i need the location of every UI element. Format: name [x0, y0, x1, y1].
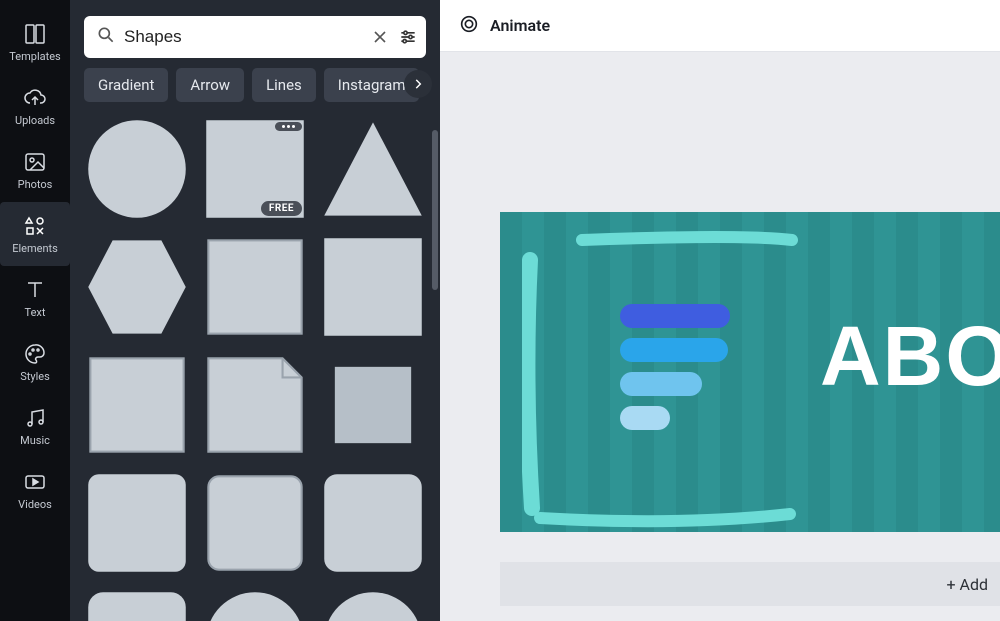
- nav-text[interactable]: Text: [0, 266, 70, 330]
- shape-rounded-square[interactable]: [84, 470, 190, 576]
- shape-square[interactable]: FREE: [202, 116, 308, 222]
- search-row: [70, 0, 440, 68]
- text-icon: [23, 278, 47, 302]
- shape-square-outlined[interactable]: [202, 234, 308, 340]
- nav-label: Styles: [20, 370, 50, 383]
- nav-templates[interactable]: Templates: [0, 10, 70, 74]
- nav-label: Videos: [18, 498, 52, 511]
- templates-icon: [23, 22, 47, 46]
- category-chip[interactable]: Arrow: [176, 68, 244, 102]
- panel-scrollbar[interactable]: [432, 130, 438, 290]
- free-badge: FREE: [261, 201, 302, 216]
- nav-label: Photos: [18, 178, 53, 191]
- music-icon: [23, 406, 47, 430]
- search-input[interactable]: [124, 27, 362, 47]
- video-icon: [23, 470, 47, 494]
- nav-label: Templates: [9, 50, 60, 63]
- nav-music[interactable]: Music: [0, 394, 70, 458]
- shape-square-outlined[interactable]: [84, 352, 190, 458]
- search-box: [84, 16, 426, 58]
- add-page-button[interactable]: + Add: [500, 562, 1000, 606]
- category-chip[interactable]: Lines: [252, 68, 316, 102]
- canvas-area: Animate ABO + Add: [440, 0, 1000, 621]
- canvas-toolbar: Animate: [440, 0, 1000, 52]
- animate-icon: [458, 13, 480, 39]
- more-options-icon[interactable]: [275, 122, 302, 131]
- nav-photos[interactable]: Photos: [0, 138, 70, 202]
- shape-circle[interactable]: [202, 588, 308, 621]
- category-chip-row: Gradient Arrow Lines Instagram: [70, 68, 440, 116]
- canvas-headline: ABO: [820, 308, 1000, 405]
- tool-sidebar: Templates Uploads Photos Elements Text S…: [0, 0, 70, 621]
- shapes-grid: FREE: [70, 116, 440, 621]
- nav-label: Text: [25, 306, 46, 319]
- shape-circle[interactable]: [320, 588, 426, 621]
- shape-page[interactable]: [202, 352, 308, 458]
- logo-pill: [620, 338, 728, 362]
- search-filter-button[interactable]: [398, 27, 418, 47]
- shape-hexagon[interactable]: [84, 234, 190, 340]
- logo-pill: [620, 406, 670, 430]
- logo-mark: [620, 304, 730, 430]
- category-chip[interactable]: Gradient: [84, 68, 168, 102]
- clear-search-button[interactable]: [370, 27, 390, 47]
- shape-square-small[interactable]: [320, 352, 426, 458]
- design-canvas[interactable]: ABO: [500, 212, 1000, 532]
- shape-rounded-square[interactable]: [84, 588, 190, 621]
- elements-panel: Gradient Arrow Lines Instagram FREE: [70, 0, 440, 621]
- cloud-upload-icon: [23, 86, 47, 110]
- add-page-label: + Add: [946, 575, 988, 594]
- photo-icon: [23, 150, 47, 174]
- animate-button[interactable]: Animate: [458, 13, 550, 39]
- nav-label: Elements: [12, 242, 58, 255]
- logo-pill: [620, 304, 730, 328]
- shape-rounded-square-outlined[interactable]: [202, 470, 308, 576]
- category-next-button[interactable]: [404, 70, 432, 98]
- shape-triangle[interactable]: [320, 116, 426, 222]
- logo-pill: [620, 372, 702, 396]
- nav-uploads[interactable]: Uploads: [0, 74, 70, 138]
- shape-square[interactable]: [320, 234, 426, 340]
- search-icon: [96, 25, 116, 49]
- shape-rounded-square[interactable]: [320, 470, 426, 576]
- animate-label: Animate: [490, 16, 550, 35]
- nav-elements[interactable]: Elements: [0, 202, 70, 266]
- nav-styles[interactable]: Styles: [0, 330, 70, 394]
- nav-label: Music: [20, 434, 50, 447]
- palette-icon: [23, 342, 47, 366]
- canvas-stage: ABO + Add: [440, 52, 1000, 621]
- shapes-icon: [23, 214, 47, 238]
- shape-circle[interactable]: [84, 116, 190, 222]
- nav-videos[interactable]: Videos: [0, 458, 70, 522]
- nav-label: Uploads: [15, 114, 55, 127]
